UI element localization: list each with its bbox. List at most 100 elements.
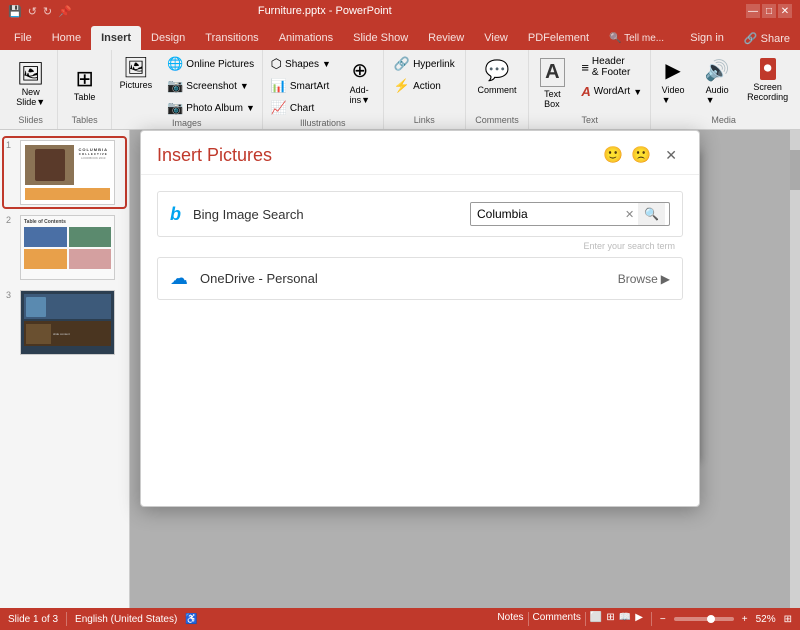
tab-review[interactable]: Review [418, 26, 474, 50]
normal-view-icon[interactable]: ⬜ [590, 612, 602, 626]
ribbon-group-media: ▶ Video▼ 🔊 Audio▼ ⏺ ScreenRecording Medi… [651, 50, 796, 129]
comment-button[interactable]: 💬 Comment [471, 54, 522, 99]
action-button[interactable]: ⚡ Action [389, 76, 460, 96]
tab-view[interactable]: View [474, 26, 518, 50]
video-button[interactable]: ▶ Video▼ [653, 54, 693, 115]
status-divider-3 [585, 612, 586, 626]
zoom-out-icon[interactable]: − [660, 614, 666, 625]
ribbon-group-comments: 💬 Comment Comments [466, 50, 530, 129]
shapes-button[interactable]: ⬡ Shapes ▼ [266, 54, 336, 74]
bing-icon: b [170, 204, 181, 225]
zoom-in-icon[interactable]: + [742, 614, 748, 625]
slide-thumb-1[interactable]: 1 COLUMBIA COLLECTIVE LOOKBOOK 2019 [4, 138, 125, 207]
screen-recording-button[interactable]: ⏺ ScreenRecording [741, 54, 794, 115]
smartart-button[interactable]: 📊 SmartArt [266, 76, 336, 96]
slide-thumb-3[interactable]: 3 slide content [4, 288, 125, 357]
audio-button[interactable]: 🔊 Audio▼ [697, 54, 737, 115]
zoom-slider[interactable] [674, 617, 734, 621]
slideshow-icon[interactable]: ▶ [635, 612, 643, 626]
maximize-button[interactable]: □ [762, 4, 776, 18]
slide-number-1: 1 [6, 140, 16, 150]
bing-clear-button[interactable]: ✕ [621, 204, 638, 225]
bing-search-hint: Enter your search term [157, 241, 683, 251]
online-pictures-button[interactable]: 🌐 Online Pictures [162, 54, 260, 74]
header-footer-label: Header& Footer [592, 56, 630, 78]
title-bar-left: 💾 ↺ ↻ 📌 Furniture.pptx - PowerPoint [8, 5, 392, 18]
hyperlink-button[interactable]: 🔗 Hyperlink [389, 54, 460, 74]
shapes-label: Shapes [285, 59, 319, 70]
tab-transitions[interactable]: Transitions [195, 26, 268, 50]
zoom-level[interactable]: 52% [756, 614, 776, 625]
slide-panel: 1 COLUMBIA COLLECTIVE LOOKBOOK 2019 [0, 130, 130, 608]
window-title: Furniture.pptx - PowerPoint [258, 5, 392, 17]
accessibility-icon[interactable]: ♿ [185, 614, 197, 625]
ribbon-group-slides: 🖼 NewSlide▼ Slides [4, 50, 58, 129]
smartart-icon: 📊 [271, 78, 287, 94]
hyperlink-label: Hyperlink [413, 59, 455, 70]
text-box-icon: A [540, 58, 564, 87]
add-ins-label: Add-ins▼ [350, 85, 370, 105]
comment-icon: 💬 [485, 58, 510, 83]
dialog-close-button[interactable]: ✕ [659, 145, 683, 166]
wordart-button[interactable]: A WordArt ▼ [576, 82, 647, 101]
slide-thumb-2[interactable]: 2 Table of Contents [4, 213, 125, 282]
screen-recording-icon: ⏺ [760, 58, 776, 80]
browse-label: Browse [618, 272, 658, 286]
onedrive-icon: ☁ [170, 268, 188, 289]
status-right: Notes Comments ⬜ ⊞ 📖 ▶ − + 52% ⊞ [497, 612, 792, 626]
slide-preview-2: Table of Contents [20, 215, 115, 280]
ribbon-group-images-label: Images [172, 118, 202, 128]
add-ins-button[interactable]: ⊕ Add-ins▼ [340, 54, 380, 109]
header-footer-button[interactable]: ≡ Header& Footer [576, 54, 647, 80]
header-footer-icon: ≡ [581, 60, 589, 75]
new-slide-button[interactable]: 🖼 NewSlide▼ [10, 59, 51, 111]
close-button[interactable]: ✕ [778, 4, 792, 18]
notes-button[interactable]: Notes [497, 612, 523, 626]
onedrive-label: OneDrive - Personal [200, 271, 606, 286]
minimize-button[interactable]: — [746, 4, 760, 18]
slide-preview-1: COLUMBIA COLLECTIVE LOOKBOOK 2019 [20, 140, 115, 205]
ribbon-group-images: 🖼 Pictures 🌐 Online Pictures 📷 Screensho… [112, 50, 263, 129]
comments-button[interactable]: Comments [533, 612, 581, 626]
table-button[interactable]: ⊞ Table [65, 64, 105, 106]
fit-slide-icon[interactable]: ⊞ [784, 614, 792, 625]
scrollbar-thumb[interactable] [790, 150, 800, 190]
tab-home[interactable]: Home [42, 26, 91, 50]
photo-album-icon: 📷 [167, 100, 183, 116]
bing-search-input[interactable] [471, 203, 621, 225]
ribbon-slides-buttons: 🖼 NewSlide▼ [10, 54, 51, 115]
tab-file[interactable]: File [4, 26, 42, 50]
dialog-body: b Bing Image Search ✕ 🔍 Enter your searc… [141, 175, 699, 506]
slide-sorter-icon[interactable]: ⊞ [606, 612, 614, 626]
vertical-scrollbar[interactable] [790, 130, 800, 608]
screenshot-button[interactable]: 📷 Screenshot ▼ [162, 76, 260, 96]
tab-design[interactable]: Design [141, 26, 195, 50]
insert-pictures-dialog: Insert Pictures 🙂 🙁 ✕ b Bing Image Searc… [140, 130, 700, 507]
photo-album-label: Photo Album [186, 103, 243, 114]
tab-pdfelement[interactable]: PDFelement [518, 26, 599, 50]
ribbon-group-comments-label: Comments [475, 115, 519, 125]
chart-button[interactable]: 📈 Chart [266, 98, 336, 118]
ribbon-group-slides-label: Slides [18, 115, 43, 125]
ribbon-group-text: A TextBox ≡ Header& Footer A WordArt ▼ T… [529, 50, 651, 129]
slide-preview-3: slide content [20, 290, 115, 355]
action-icon: ⚡ [394, 78, 410, 94]
pictures-button[interactable]: 🖼 Pictures [114, 54, 159, 94]
tab-share[interactable]: 🔗 Share [734, 26, 800, 50]
tab-insert[interactable]: Insert [91, 26, 141, 50]
zoom-thumb [707, 615, 715, 623]
tab-signin[interactable]: Sign in [680, 26, 734, 50]
reading-view-icon[interactable]: 📖 [619, 612, 631, 626]
browse-button[interactable]: Browse ▶ [618, 272, 670, 286]
window-controls[interactable]: — □ ✕ [746, 4, 792, 18]
emoji-sad-icon: 🙁 [631, 145, 651, 166]
tab-animations[interactable]: Animations [269, 26, 343, 50]
table-icon: ⊞ [75, 68, 93, 90]
text-box-button[interactable]: A TextBox [532, 54, 572, 113]
shapes-icon: ⬡ [271, 56, 282, 72]
ribbon-tabs: File Home Insert Design Transitions Anim… [0, 22, 800, 50]
tab-slideshow[interactable]: Slide Show [343, 26, 418, 50]
bing-search-button[interactable]: 🔍 [638, 203, 665, 225]
photo-album-button[interactable]: 📷 Photo Album ▼ [162, 98, 260, 118]
tab-tell-me[interactable]: 🔍 Tell me... [599, 26, 674, 50]
